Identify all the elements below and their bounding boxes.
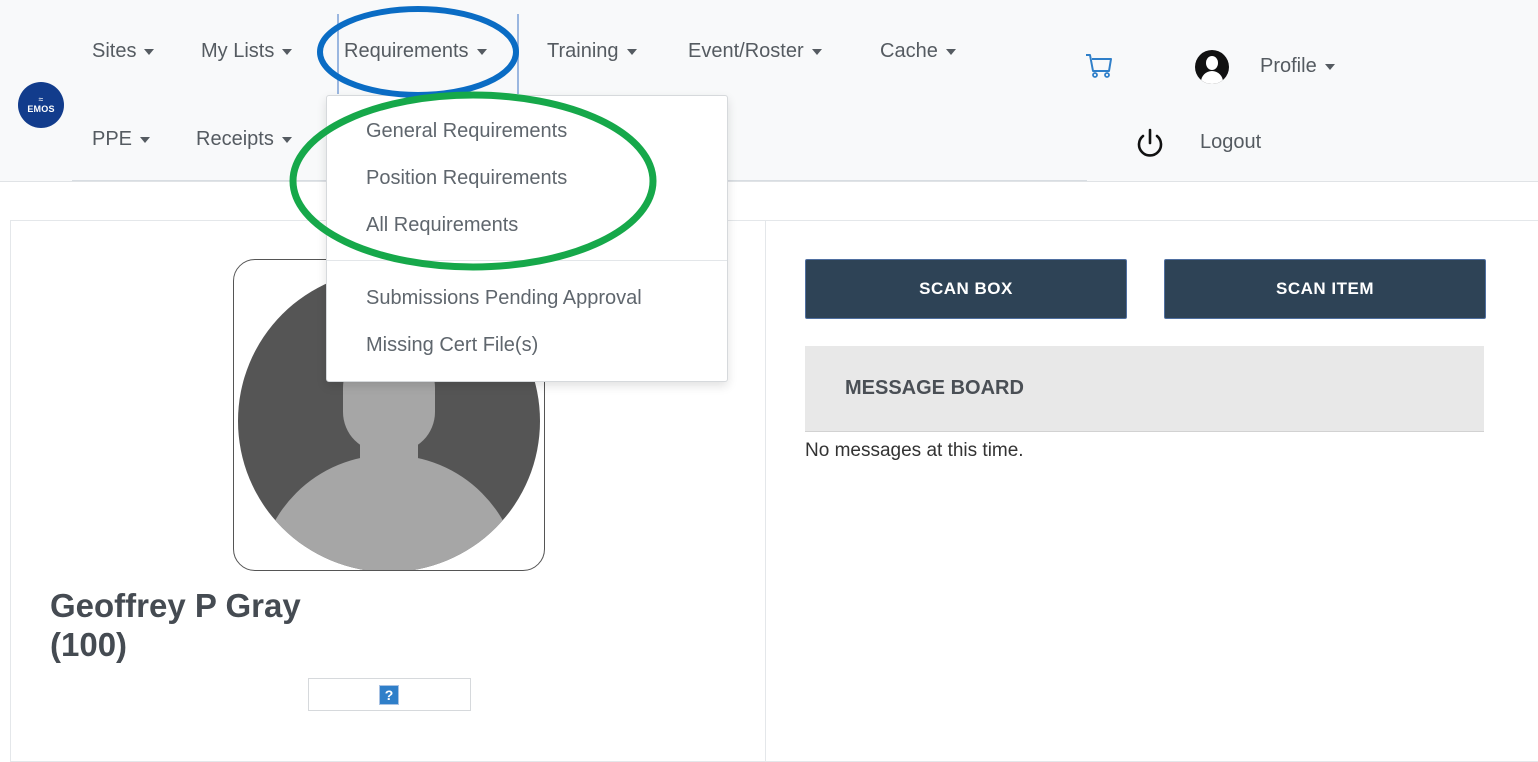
nav-receipts-label: Receipts	[196, 128, 274, 150]
help-box: ?	[308, 678, 471, 711]
logo-mark-icon: ≈	[38, 95, 44, 104]
message-board-empty-text: No messages at this time.	[805, 440, 1024, 461]
menu-item-missing-cert-files[interactable]: Missing Cert File(s)	[366, 334, 538, 357]
power-icon[interactable]	[1133, 126, 1167, 160]
nav-event-roster-label: Event/Roster	[688, 40, 804, 62]
user-name-block: Geoffrey P Gray (100)	[50, 586, 301, 664]
cart-icon[interactable]	[1084, 50, 1114, 80]
menu-item-position-requirements[interactable]: Position Requirements	[366, 167, 567, 190]
caret-down-icon	[626, 48, 637, 55]
caret-down-icon	[144, 48, 155, 55]
nav-requirements[interactable]: Requirements	[344, 40, 487, 63]
nav-ppe[interactable]: PPE	[92, 128, 151, 151]
nav-receipts[interactable]: Receipts	[196, 128, 292, 151]
nav-sites-label: Sites	[92, 40, 137, 62]
menu-divider	[327, 260, 727, 261]
menu-item-general-requirements[interactable]: General Requirements	[366, 120, 567, 143]
help-icon[interactable]: ?	[379, 685, 399, 705]
menu-item-submissions-pending-approval[interactable]: Submissions Pending Approval	[366, 287, 642, 310]
logo-text: EMOS	[27, 104, 55, 114]
nav-training[interactable]: Training	[547, 40, 637, 63]
nav-profile[interactable]: Profile	[1260, 55, 1335, 78]
user-avatar-icon[interactable]	[1195, 50, 1229, 84]
message-board-header: MESSAGE BOARD	[805, 346, 1484, 432]
requirements-dropdown-menu: General Requirements Position Requiremen…	[326, 95, 728, 382]
nav-cache-label: Cache	[880, 40, 938, 62]
nav-requirements-label: Requirements	[344, 40, 469, 62]
menu-item-all-requirements[interactable]: All Requirements	[366, 214, 518, 237]
message-board-title: MESSAGE BOARD	[845, 377, 1024, 399]
nav-training-label: Training	[547, 40, 619, 62]
scan-box-button[interactable]: SCAN BOX	[805, 259, 1127, 319]
caret-down-icon	[811, 48, 822, 55]
nav-sites[interactable]: Sites	[92, 40, 155, 63]
caret-down-icon	[476, 48, 487, 55]
caret-down-icon	[1324, 63, 1335, 70]
scan-item-button[interactable]: SCAN ITEM	[1164, 259, 1486, 319]
nav-cache[interactable]: Cache	[880, 40, 956, 63]
nav-profile-label: Profile	[1260, 55, 1317, 77]
nav-my-lists-label: My Lists	[201, 40, 275, 62]
nav-logout[interactable]: Logout	[1200, 131, 1261, 154]
caret-down-icon	[282, 48, 293, 55]
nav-my-lists[interactable]: My Lists	[201, 40, 293, 63]
user-name: Geoffrey P Gray	[50, 587, 301, 624]
nav-event-roster[interactable]: Event/Roster	[688, 40, 822, 63]
caret-down-icon	[945, 48, 956, 55]
emos-logo[interactable]: ≈ EMOS	[18, 82, 64, 128]
nav-ppe-label: PPE	[92, 128, 133, 150]
top-navbar: ≈ EMOS Sites My Lists Requirements Train…	[0, 0, 1538, 182]
caret-down-icon	[140, 136, 151, 143]
user-id: (100)	[50, 626, 128, 663]
caret-down-icon	[281, 136, 292, 143]
